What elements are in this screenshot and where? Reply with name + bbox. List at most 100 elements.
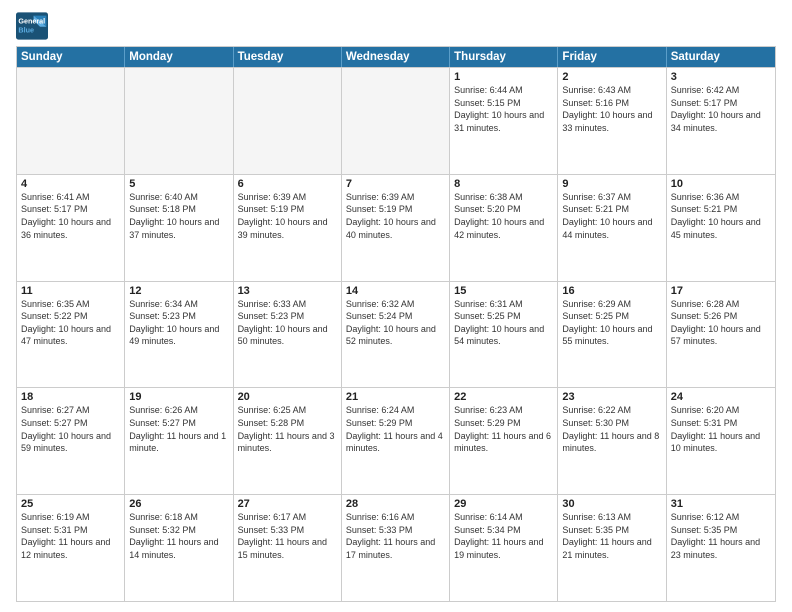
day-number: 6 bbox=[238, 178, 337, 190]
cal-cell: 26Sunrise: 6:18 AMSunset: 5:32 PMDayligh… bbox=[125, 495, 233, 601]
cal-cell: 28Sunrise: 6:16 AMSunset: 5:33 PMDayligh… bbox=[342, 495, 450, 601]
header: General Blue bbox=[16, 12, 776, 40]
day-info: Sunrise: 6:32 AMSunset: 5:24 PMDaylight:… bbox=[346, 298, 445, 348]
cal-header-monday: Monday bbox=[125, 47, 233, 67]
day-number: 2 bbox=[562, 71, 661, 83]
day-info: Sunrise: 6:20 AMSunset: 5:31 PMDaylight:… bbox=[671, 404, 771, 454]
day-number: 30 bbox=[562, 498, 661, 510]
day-number: 16 bbox=[562, 285, 661, 297]
logo-icon: General Blue bbox=[16, 12, 48, 40]
cal-header-tuesday: Tuesday bbox=[234, 47, 342, 67]
day-info: Sunrise: 6:42 AMSunset: 5:17 PMDaylight:… bbox=[671, 84, 771, 134]
day-number: 14 bbox=[346, 285, 445, 297]
cal-cell: 8Sunrise: 6:38 AMSunset: 5:20 PMDaylight… bbox=[450, 175, 558, 281]
day-info: Sunrise: 6:35 AMSunset: 5:22 PMDaylight:… bbox=[21, 298, 120, 348]
cal-week-2: 4Sunrise: 6:41 AMSunset: 5:17 PMDaylight… bbox=[17, 174, 775, 281]
day-info: Sunrise: 6:18 AMSunset: 5:32 PMDaylight:… bbox=[129, 511, 228, 561]
day-number: 17 bbox=[671, 285, 771, 297]
cal-cell bbox=[342, 68, 450, 174]
cal-cell: 23Sunrise: 6:22 AMSunset: 5:30 PMDayligh… bbox=[558, 388, 666, 494]
day-number: 24 bbox=[671, 391, 771, 403]
cal-cell: 2Sunrise: 6:43 AMSunset: 5:16 PMDaylight… bbox=[558, 68, 666, 174]
day-info: Sunrise: 6:43 AMSunset: 5:16 PMDaylight:… bbox=[562, 84, 661, 134]
day-number: 22 bbox=[454, 391, 553, 403]
cal-week-3: 11Sunrise: 6:35 AMSunset: 5:22 PMDayligh… bbox=[17, 281, 775, 388]
day-number: 28 bbox=[346, 498, 445, 510]
cal-cell: 31Sunrise: 6:12 AMSunset: 5:35 PMDayligh… bbox=[667, 495, 775, 601]
day-info: Sunrise: 6:34 AMSunset: 5:23 PMDaylight:… bbox=[129, 298, 228, 348]
day-info: Sunrise: 6:44 AMSunset: 5:15 PMDaylight:… bbox=[454, 84, 553, 134]
day-info: Sunrise: 6:27 AMSunset: 5:27 PMDaylight:… bbox=[21, 404, 120, 454]
day-number: 11 bbox=[21, 285, 120, 297]
day-number: 19 bbox=[129, 391, 228, 403]
cal-cell: 24Sunrise: 6:20 AMSunset: 5:31 PMDayligh… bbox=[667, 388, 775, 494]
day-info: Sunrise: 6:25 AMSunset: 5:28 PMDaylight:… bbox=[238, 404, 337, 454]
day-number: 5 bbox=[129, 178, 228, 190]
cal-cell: 6Sunrise: 6:39 AMSunset: 5:19 PMDaylight… bbox=[234, 175, 342, 281]
cal-cell: 14Sunrise: 6:32 AMSunset: 5:24 PMDayligh… bbox=[342, 282, 450, 388]
day-number: 20 bbox=[238, 391, 337, 403]
day-number: 8 bbox=[454, 178, 553, 190]
calendar-header: SundayMondayTuesdayWednesdayThursdayFrid… bbox=[17, 47, 775, 67]
cal-week-4: 18Sunrise: 6:27 AMSunset: 5:27 PMDayligh… bbox=[17, 387, 775, 494]
day-number: 1 bbox=[454, 71, 553, 83]
cal-header-sunday: Sunday bbox=[17, 47, 125, 67]
day-number: 15 bbox=[454, 285, 553, 297]
cal-header-friday: Friday bbox=[558, 47, 666, 67]
day-info: Sunrise: 6:40 AMSunset: 5:18 PMDaylight:… bbox=[129, 191, 228, 241]
cal-header-saturday: Saturday bbox=[667, 47, 775, 67]
cal-cell: 17Sunrise: 6:28 AMSunset: 5:26 PMDayligh… bbox=[667, 282, 775, 388]
cal-cell: 25Sunrise: 6:19 AMSunset: 5:31 PMDayligh… bbox=[17, 495, 125, 601]
cal-cell bbox=[234, 68, 342, 174]
day-number: 4 bbox=[21, 178, 120, 190]
svg-text:Blue: Blue bbox=[18, 25, 34, 34]
day-info: Sunrise: 6:36 AMSunset: 5:21 PMDaylight:… bbox=[671, 191, 771, 241]
svg-text:General: General bbox=[18, 17, 45, 26]
day-info: Sunrise: 6:37 AMSunset: 5:21 PMDaylight:… bbox=[562, 191, 661, 241]
logo: General Blue bbox=[16, 12, 48, 40]
cal-header-wednesday: Wednesday bbox=[342, 47, 450, 67]
day-info: Sunrise: 6:29 AMSunset: 5:25 PMDaylight:… bbox=[562, 298, 661, 348]
day-number: 21 bbox=[346, 391, 445, 403]
day-info: Sunrise: 6:31 AMSunset: 5:25 PMDaylight:… bbox=[454, 298, 553, 348]
day-info: Sunrise: 6:33 AMSunset: 5:23 PMDaylight:… bbox=[238, 298, 337, 348]
day-number: 23 bbox=[562, 391, 661, 403]
day-number: 31 bbox=[671, 498, 771, 510]
day-number: 12 bbox=[129, 285, 228, 297]
cal-cell: 3Sunrise: 6:42 AMSunset: 5:17 PMDaylight… bbox=[667, 68, 775, 174]
day-number: 7 bbox=[346, 178, 445, 190]
cal-cell: 9Sunrise: 6:37 AMSunset: 5:21 PMDaylight… bbox=[558, 175, 666, 281]
cal-week-5: 25Sunrise: 6:19 AMSunset: 5:31 PMDayligh… bbox=[17, 494, 775, 601]
calendar-body: 1Sunrise: 6:44 AMSunset: 5:15 PMDaylight… bbox=[17, 67, 775, 601]
cal-cell: 12Sunrise: 6:34 AMSunset: 5:23 PMDayligh… bbox=[125, 282, 233, 388]
cal-week-1: 1Sunrise: 6:44 AMSunset: 5:15 PMDaylight… bbox=[17, 67, 775, 174]
day-info: Sunrise: 6:22 AMSunset: 5:30 PMDaylight:… bbox=[562, 404, 661, 454]
cal-cell: 22Sunrise: 6:23 AMSunset: 5:29 PMDayligh… bbox=[450, 388, 558, 494]
day-info: Sunrise: 6:24 AMSunset: 5:29 PMDaylight:… bbox=[346, 404, 445, 454]
cal-cell: 13Sunrise: 6:33 AMSunset: 5:23 PMDayligh… bbox=[234, 282, 342, 388]
day-info: Sunrise: 6:41 AMSunset: 5:17 PMDaylight:… bbox=[21, 191, 120, 241]
day-info: Sunrise: 6:28 AMSunset: 5:26 PMDaylight:… bbox=[671, 298, 771, 348]
cal-cell bbox=[17, 68, 125, 174]
day-info: Sunrise: 6:16 AMSunset: 5:33 PMDaylight:… bbox=[346, 511, 445, 561]
cal-cell: 18Sunrise: 6:27 AMSunset: 5:27 PMDayligh… bbox=[17, 388, 125, 494]
day-number: 10 bbox=[671, 178, 771, 190]
day-info: Sunrise: 6:39 AMSunset: 5:19 PMDaylight:… bbox=[346, 191, 445, 241]
cal-cell: 5Sunrise: 6:40 AMSunset: 5:18 PMDaylight… bbox=[125, 175, 233, 281]
cal-cell: 11Sunrise: 6:35 AMSunset: 5:22 PMDayligh… bbox=[17, 282, 125, 388]
cal-cell: 19Sunrise: 6:26 AMSunset: 5:27 PMDayligh… bbox=[125, 388, 233, 494]
cal-cell: 7Sunrise: 6:39 AMSunset: 5:19 PMDaylight… bbox=[342, 175, 450, 281]
day-info: Sunrise: 6:19 AMSunset: 5:31 PMDaylight:… bbox=[21, 511, 120, 561]
day-number: 29 bbox=[454, 498, 553, 510]
day-number: 25 bbox=[21, 498, 120, 510]
day-number: 3 bbox=[671, 71, 771, 83]
cal-cell: 15Sunrise: 6:31 AMSunset: 5:25 PMDayligh… bbox=[450, 282, 558, 388]
cal-cell: 27Sunrise: 6:17 AMSunset: 5:33 PMDayligh… bbox=[234, 495, 342, 601]
calendar: SundayMondayTuesdayWednesdayThursdayFrid… bbox=[16, 46, 776, 602]
cal-cell: 29Sunrise: 6:14 AMSunset: 5:34 PMDayligh… bbox=[450, 495, 558, 601]
cal-cell: 21Sunrise: 6:24 AMSunset: 5:29 PMDayligh… bbox=[342, 388, 450, 494]
day-info: Sunrise: 6:39 AMSunset: 5:19 PMDaylight:… bbox=[238, 191, 337, 241]
day-number: 18 bbox=[21, 391, 120, 403]
day-info: Sunrise: 6:17 AMSunset: 5:33 PMDaylight:… bbox=[238, 511, 337, 561]
cal-cell bbox=[125, 68, 233, 174]
